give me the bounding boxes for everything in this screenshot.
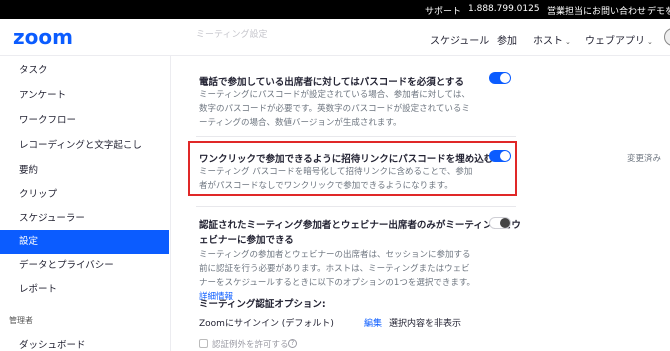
setting-divider [196, 136, 516, 137]
chevron-down-icon: ⌄ [565, 38, 571, 46]
nav-join[interactable]: 参加 [497, 32, 517, 47]
demo-link[interactable]: デモを [647, 4, 670, 17]
exception-checkbox-label: 認証例外を許可する [212, 340, 289, 350]
setting-desc-text: ミーティングの参加者とウェビナーの出席者は、セッションに参加する前に認証を行う必… [199, 250, 475, 288]
sidebar-item-settings[interactable]: 設定 [0, 230, 169, 254]
toggle-phone-passcode[interactable] [489, 72, 511, 84]
sidebar-item-clips[interactable]: クリップ [0, 183, 169, 207]
sidebar-item-data-privacy[interactable]: データとプライバシー [0, 254, 169, 278]
main-header: zoom ミーティング設定 スケジュール 参加 ホスト ⌄ ウェブアプリ ⌄ [0, 19, 670, 56]
setting-desc-phone-passcode: ミーティングにパスコードが設定されている場合、参加者に対しては、数字のパスコード… [199, 90, 470, 128]
nav-host[interactable]: ホスト ⌄ [533, 32, 571, 47]
sidebar-section-admin: 管理者 [9, 316, 33, 325]
hide-selection-link[interactable]: 選択内容を非表示 [389, 316, 461, 329]
faded-breadcrumb: ミーティング設定 [196, 30, 268, 40]
sidebar-item-recordings[interactable]: レコーディングと文字起こし [0, 134, 169, 158]
toggle-knob [500, 151, 510, 161]
toggle-embed-passcode[interactable] [489, 150, 511, 162]
chevron-down-icon: ⌄ [647, 38, 653, 46]
setting-desc-embed-passcode: ミーティング パスコードを暗号化して招待リンクに含めることで、参加者がパスコード… [199, 167, 473, 191]
toggle-knob [500, 73, 510, 83]
sidebar: タスク アンケート ワークフロー レコーディングと文字起こし 要約 クリップ ス… [0, 56, 169, 351]
nav-webapp[interactable]: ウェブアプリ ⌄ [585, 32, 653, 47]
avatar[interactable] [664, 28, 670, 46]
nav-host-label: ホスト [533, 36, 563, 47]
edit-link[interactable]: 編集 [364, 316, 382, 329]
nav-webapp-label: ウェブアプリ [585, 36, 645, 47]
top-utility-bar: サポート 1.888.799.0125 営業担当にお問い合わせ デモを [0, 0, 670, 19]
auth-option-label: Zoomにサインイン (デフォルト) [199, 319, 334, 329]
sidebar-item-polls[interactable]: アンケート [0, 84, 169, 108]
phone-number[interactable]: 1.888.799.0125 [468, 4, 540, 14]
setting-title-phone-passcode: 電話で参加している出席者に対してはパスコードを必須とする [199, 77, 464, 88]
exception-checkbox[interactable] [199, 339, 208, 348]
sidebar-item-summaries[interactable]: 要約 [0, 159, 169, 183]
support-link[interactable]: サポート [425, 4, 461, 17]
toggle-authenticated-only[interactable] [489, 217, 511, 229]
zoom-logo[interactable]: zoom [13, 25, 73, 49]
sidebar-item-workflows[interactable]: ワークフロー [0, 109, 169, 133]
setting-title-authenticated-only-1: 認証されたミーティング参加者とウェビナー出席者のみがミーティングとウ [199, 220, 521, 231]
setting-title-authenticated-only-2: ェビナーに参加できる [199, 235, 294, 246]
sidebar-item-scheduler[interactable]: スケジューラー [0, 207, 169, 231]
sidebar-item-dashboard[interactable]: ダッシュボード [0, 334, 169, 351]
sidebar-item-reports[interactable]: レポート [0, 278, 169, 302]
changed-note: 変更済み [627, 154, 662, 164]
help-icon[interactable]: ? [288, 339, 297, 348]
auth-options-heading: ミーティング認証オプション: [199, 299, 326, 310]
nav-schedule[interactable]: スケジュール [430, 32, 489, 47]
setting-divider [196, 206, 516, 207]
toggle-knob [500, 218, 510, 228]
contact-sales-link[interactable]: 営業担当にお問い合わせ [547, 4, 646, 17]
sidebar-item-tasks[interactable]: タスク [0, 59, 169, 83]
sidebar-divider [170, 56, 171, 351]
setting-title-embed-passcode: ワンクリックで参加できるように招待リンクにパスコードを埋め込む [199, 154, 494, 165]
